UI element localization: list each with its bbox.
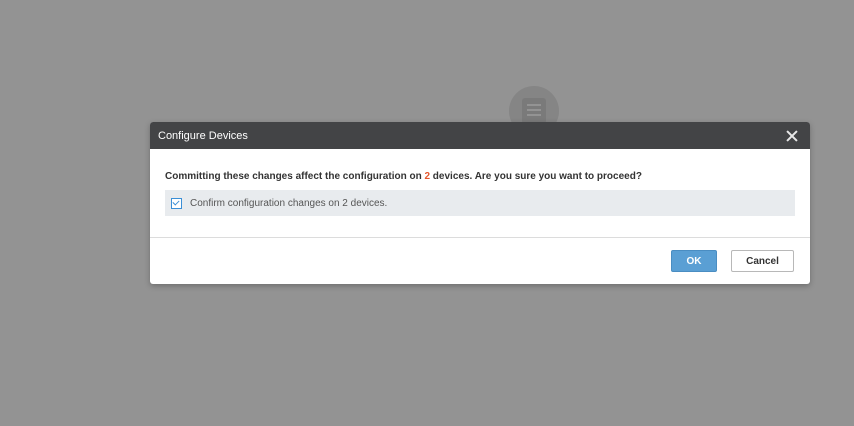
dialog-footer: OK Cancel [671,250,794,272]
ok-button[interactable]: OK [671,250,717,272]
dialog-body: Committing these changes affect the conf… [150,149,810,216]
footer-divider [150,237,810,238]
close-icon[interactable] [784,128,800,144]
confirm-label: Confirm configuration changes on 2 devic… [190,197,388,209]
document-icon [522,98,546,124]
confirm-row[interactable]: Confirm configuration changes on 2 devic… [165,190,795,216]
dialog-title: Configure Devices [158,129,248,142]
message-suffix: devices. Are you sure you want to procee… [430,171,642,182]
confirmation-message: Committing these changes affect the conf… [165,171,795,182]
cancel-button[interactable]: Cancel [731,250,794,272]
message-prefix: Committing these changes affect the conf… [165,171,425,182]
dialog-header: Configure Devices [150,122,810,149]
configure-devices-dialog: Configure Devices Committing these chang… [150,122,810,284]
checkbox-checked-icon[interactable] [171,197,182,209]
